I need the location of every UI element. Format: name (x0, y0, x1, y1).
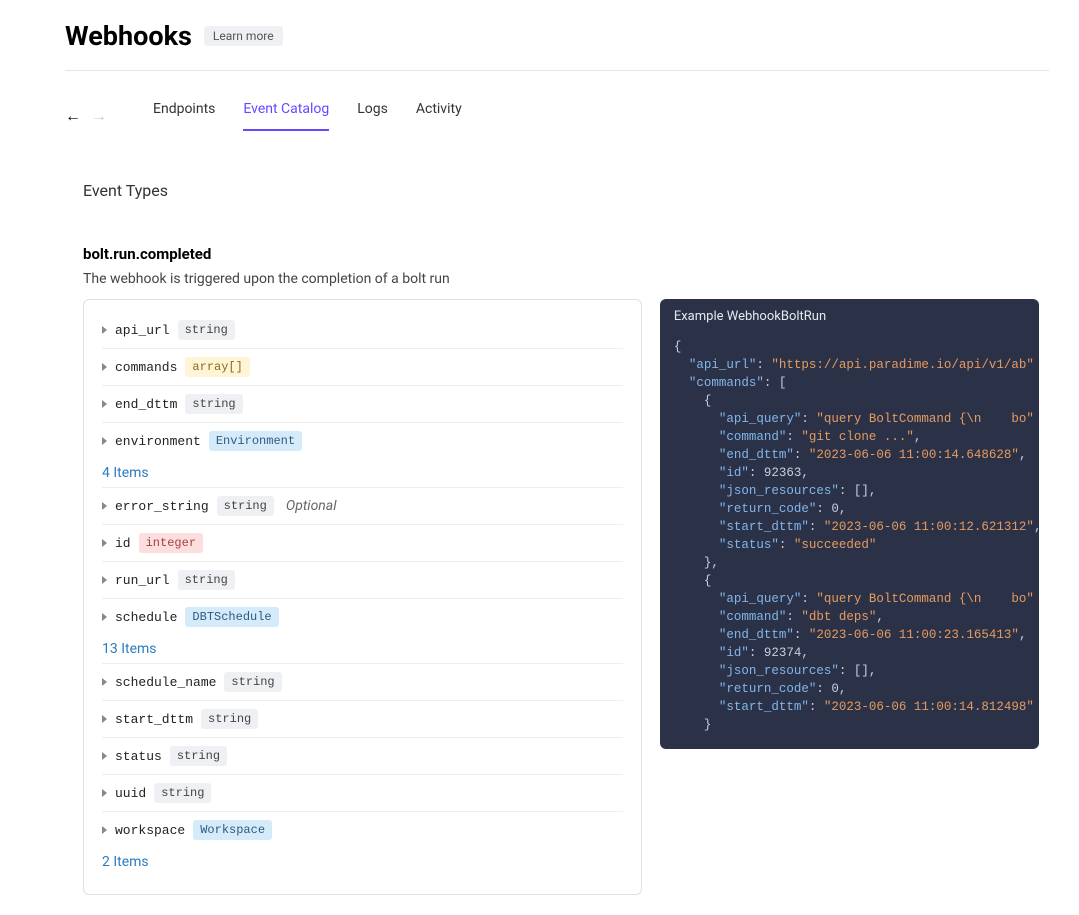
expand-icon (102, 752, 107, 760)
type-pill: string (178, 570, 235, 590)
expand-icon (102, 363, 107, 371)
field-end-dttm[interactable]: end_dttm string (102, 386, 623, 423)
type-pill: array[] (185, 357, 249, 377)
field-label: end_dttm (115, 397, 177, 412)
expand-icon (102, 502, 107, 510)
tab-event-catalog[interactable]: Event Catalog (243, 101, 329, 131)
field-api-url[interactable]: api_url string (102, 312, 623, 349)
example-code[interactable]: { "api_url": "https://api.paradime.io/ap… (660, 332, 1039, 749)
expand-icon (102, 678, 107, 686)
field-label: run_url (115, 573, 170, 588)
forward-arrow-icon: → (91, 106, 107, 126)
type-pill: Environment (209, 431, 302, 451)
field-label: uuid (115, 786, 146, 801)
page-title: Webhooks (65, 20, 192, 52)
back-arrow-icon[interactable]: ← (65, 106, 81, 126)
expand-icon (102, 789, 107, 797)
tab-endpoints[interactable]: Endpoints (153, 101, 215, 131)
items-count-link[interactable]: 13 Items (102, 635, 623, 663)
field-label: error_string (115, 499, 209, 514)
example-title: Example WebhookBoltRun (660, 299, 1039, 332)
learn-more-button[interactable]: Learn more (204, 26, 283, 46)
field-label: schedule_name (115, 675, 216, 690)
event-name: bolt.run.completed (83, 245, 1049, 263)
tab-logs[interactable]: Logs (357, 101, 388, 131)
expand-icon (102, 576, 107, 584)
field-label: api_url (115, 323, 170, 338)
field-label: status (115, 749, 162, 764)
field-start-dttm[interactable]: start_dttm string (102, 701, 623, 738)
optional-label: Optional (286, 498, 337, 514)
field-uuid[interactable]: uuid string (102, 775, 623, 812)
field-commands[interactable]: commands array[] (102, 349, 623, 386)
expand-icon (102, 613, 107, 621)
items-count-link[interactable]: 2 Items (102, 848, 623, 876)
field-id[interactable]: id integer (102, 525, 623, 562)
type-pill: integer (139, 533, 203, 553)
expand-icon (102, 437, 107, 445)
field-label: commands (115, 360, 177, 375)
type-pill: string (154, 783, 211, 803)
type-pill: DBTSchedule (185, 607, 278, 627)
expand-icon (102, 826, 107, 834)
type-pill: string (224, 672, 281, 692)
example-box: Example WebhookBoltRun { "api_url": "htt… (660, 299, 1039, 749)
expand-icon (102, 326, 107, 334)
type-pill: string (185, 394, 242, 414)
field-label: workspace (115, 823, 185, 838)
event-description: The webhook is triggered upon the comple… (83, 271, 1049, 287)
expand-icon (102, 715, 107, 723)
section-heading: Event Types (83, 181, 1049, 200)
type-pill: string (217, 496, 274, 516)
type-pill: string (178, 320, 235, 340)
field-error-string[interactable]: error_string string Optional (102, 487, 623, 525)
field-workspace[interactable]: workspace Workspace (102, 812, 623, 848)
field-label: schedule (115, 610, 177, 625)
field-schedule-name[interactable]: schedule_name string (102, 663, 623, 701)
field-environment[interactable]: environment Environment (102, 423, 623, 459)
field-label: id (115, 536, 131, 551)
tab-activity[interactable]: Activity (416, 101, 462, 131)
field-run-url[interactable]: run_url string (102, 562, 623, 599)
type-pill: string (201, 709, 258, 729)
type-pill: Workspace (193, 820, 272, 840)
field-status[interactable]: status string (102, 738, 623, 775)
expand-icon (102, 539, 107, 547)
type-pill: string (170, 746, 227, 766)
field-label: environment (115, 434, 201, 449)
expand-icon (102, 400, 107, 408)
schema-box: api_url string commands array[] end_dttm… (83, 299, 642, 895)
field-label: start_dttm (115, 712, 193, 727)
items-count-link[interactable]: 4 Items (102, 459, 623, 487)
field-schedule[interactable]: schedule DBTSchedule (102, 599, 623, 635)
